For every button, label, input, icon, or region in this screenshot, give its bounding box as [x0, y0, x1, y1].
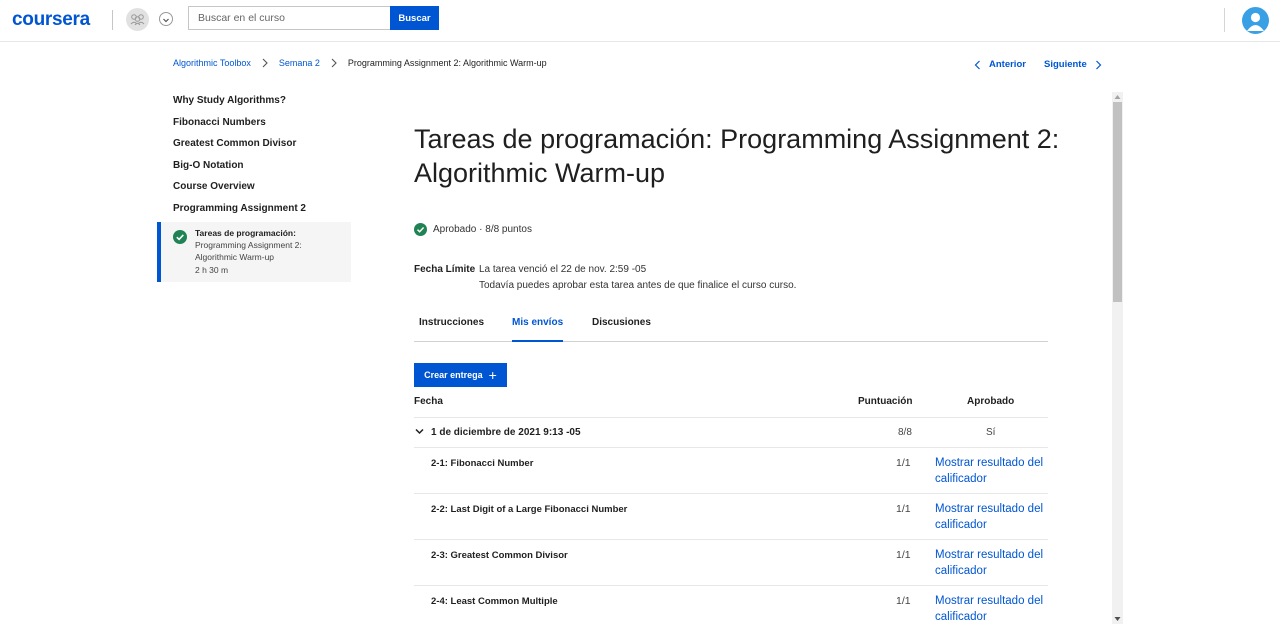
scroll-down-arrow-icon[interactable]	[1114, 616, 1121, 622]
chevron-right-icon	[331, 58, 337, 68]
active-item-duration: 2 h 30 m	[195, 265, 229, 275]
sidebar-item-fibonacci-numbers[interactable]: Fibonacci Numbers	[157, 114, 351, 136]
chevron-left-icon	[974, 60, 980, 69]
column-header-passed: Aprobado	[967, 396, 1015, 407]
show-grader-output-link[interactable]: Mostrar resultado del calificador	[935, 593, 1051, 625]
plus-icon: +	[488, 367, 497, 383]
active-item-subtitle-1: Programming Assignment 2:	[195, 240, 302, 250]
user-avatar-icon[interactable]	[1242, 7, 1269, 34]
part-score: 1/1	[896, 503, 911, 515]
breadcrumb-week-link[interactable]: Semana 2	[279, 58, 320, 68]
table-row: 2-1: Fibonacci Number 1/1 Mostrar result…	[414, 448, 1048, 494]
previous-label: Anterior	[989, 59, 1026, 70]
breadcrumb-current: Programming Assignment 2: Algorithmic Wa…	[347, 58, 547, 68]
table-row: 2-4: Least Common Multiple 1/1 Mostrar r…	[414, 586, 1048, 632]
learner-group-icon[interactable]	[126, 8, 149, 31]
due-date-text: La tarea venció el 22 de nov. 2:59 -05	[479, 264, 647, 275]
coursera-logo[interactable]: coursera	[12, 9, 90, 31]
part-name: 2-1: Fibonacci Number	[431, 458, 534, 469]
search-button[interactable]: Buscar	[390, 6, 439, 30]
part-name: 2-3: Greatest Common Divisor	[431, 550, 568, 561]
submission-date: 1 de diciembre de 2021 9:13 -05	[431, 427, 581, 438]
part-score: 1/1	[896, 549, 911, 561]
chevron-down-icon[interactable]	[414, 426, 425, 437]
next-item-link[interactable]: Siguiente	[1044, 59, 1103, 70]
sidebar-item-greatest-common-divisor[interactable]: Greatest Common Divisor	[157, 135, 351, 157]
grade-status-text: Aprobado · 8/8 puntos	[433, 224, 532, 235]
chevron-right-icon	[1095, 60, 1102, 69]
passed-check-icon	[414, 223, 427, 236]
active-item-subtitle-2: Algorithmic Warm-up	[195, 252, 275, 262]
breadcrumb: Algorithmic Toolbox Semana 2 Programming…	[173, 58, 547, 68]
create-submission-button[interactable]: Crear entrega +	[414, 363, 507, 387]
column-header-date: Fecha	[414, 396, 443, 407]
scroll-up-arrow-icon[interactable]	[1114, 94, 1121, 100]
table-row: 2-2: Last Digit of a Large Fibonacci Num…	[414, 494, 1048, 540]
show-grader-output-link[interactable]: Mostrar resultado del calificador	[935, 547, 1051, 579]
course-sidebar: Why Study Algorithms? Fibonacci Numbers …	[157, 92, 351, 282]
course-search-input[interactable]	[188, 6, 390, 30]
sidebar-active-item[interactable]: Tareas de programación: Programming Assi…	[157, 222, 351, 282]
column-header-score: Puntuación	[858, 396, 913, 407]
header-divider	[112, 10, 113, 30]
scrollbar-thumb[interactable]	[1113, 102, 1122, 302]
active-item-title: Tareas de programación:	[195, 228, 296, 238]
show-grader-output-link[interactable]: Mostrar resultado del calificador	[935, 455, 1051, 487]
submission-row[interactable]: 1 de diciembre de 2021 9:13 -05 8/8 Sí	[414, 418, 1048, 448]
previous-item-link[interactable]: Anterior	[973, 59, 1026, 70]
breadcrumb-course-link[interactable]: Algorithmic Toolbox	[173, 58, 251, 68]
submission-passed: Sí	[986, 427, 996, 438]
part-name: 2-4: Least Common Multiple	[431, 596, 558, 607]
sidebar-item-why-study-algorithms[interactable]: Why Study Algorithms?	[157, 92, 351, 114]
submission-score: 8/8	[898, 427, 912, 438]
part-name: 2-2: Last Digit of a Large Fibonacci Num…	[431, 504, 628, 515]
top-header: coursera Buscar	[0, 0, 1280, 42]
sidebar-item-course-overview[interactable]: Course Overview	[157, 178, 351, 200]
content-scrollbar[interactable]	[1112, 92, 1123, 624]
sidebar-item-programming-assignment-2[interactable]: Programming Assignment 2	[157, 200, 351, 222]
page-title: Tareas de programación: Programming Assi…	[414, 124, 1060, 188]
part-score: 1/1	[896, 457, 911, 469]
show-grader-output-link[interactable]: Mostrar resultado del calificador	[935, 501, 1051, 533]
sidebar-item-big-o-notation[interactable]: Big-O Notation	[157, 157, 351, 179]
tab-my-submissions[interactable]: Mis envíos	[512, 317, 564, 342]
tab-instructions[interactable]: Instrucciones	[419, 317, 484, 342]
header-divider-right	[1224, 8, 1225, 32]
assignment-tabs: Instrucciones Mis envíos Discusiones	[414, 311, 1048, 342]
create-submission-label: Crear entrega	[424, 370, 483, 380]
due-date-note: Todavía puedes aprobar esta tarea antes …	[479, 280, 797, 291]
table-row: 2-3: Greatest Common Divisor 1/1 Mostrar…	[414, 540, 1048, 586]
due-date-label: Fecha Límite	[414, 264, 476, 275]
completed-check-icon	[173, 230, 187, 244]
chevron-right-icon	[262, 58, 268, 68]
tab-discussions[interactable]: Discusiones	[592, 317, 651, 342]
next-label: Siguiente	[1044, 59, 1087, 70]
part-score: 1/1	[896, 595, 911, 607]
group-menu-chevron-icon[interactable]	[159, 12, 173, 26]
grade-status: Aprobado · 8/8 puntos	[414, 223, 532, 236]
submissions-table-header: Fecha Puntuación Aprobado	[414, 396, 1048, 418]
